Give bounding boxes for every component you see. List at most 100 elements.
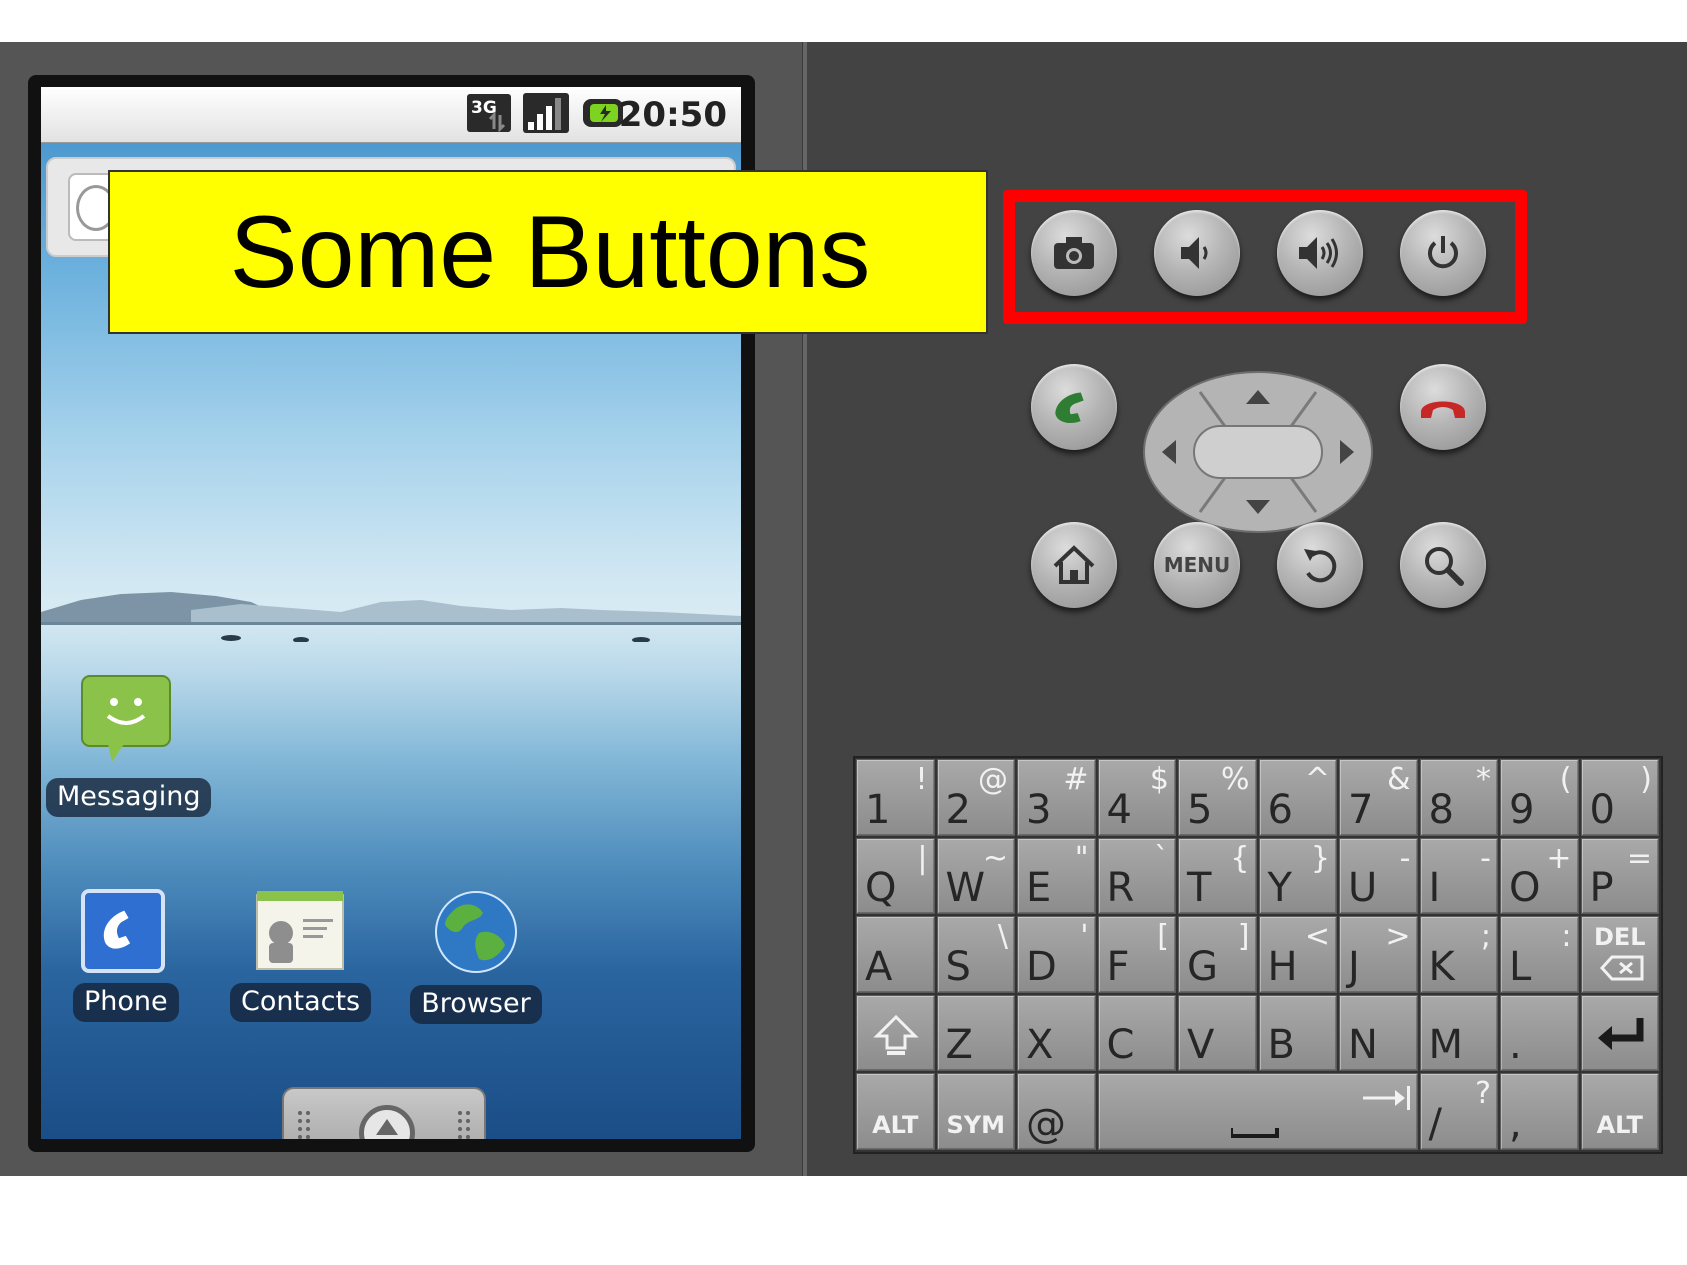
key-alt-label: = bbox=[1626, 840, 1652, 876]
key-s[interactable]: S \ bbox=[936, 916, 1015, 993]
key-alt-label: ? bbox=[1475, 1076, 1491, 1111]
app-browser[interactable]: Browser bbox=[406, 889, 546, 1024]
key-alt-label: { bbox=[1230, 840, 1250, 876]
back-button[interactable] bbox=[1277, 522, 1363, 608]
end-call-button[interactable] bbox=[1400, 364, 1486, 450]
key-o[interactable]: O + bbox=[1500, 837, 1579, 914]
key-alt-label: ; bbox=[1480, 919, 1491, 954]
key-z[interactable]: Z bbox=[936, 994, 1015, 1071]
key-v[interactable]: V bbox=[1178, 994, 1257, 1071]
app-phone[interactable]: Phone bbox=[73, 889, 179, 1022]
key-alt-label: > bbox=[1385, 919, 1411, 954]
grip-right bbox=[456, 1109, 472, 1139]
key-alt-label: ` bbox=[1154, 840, 1169, 876]
home-button[interactable] bbox=[1031, 522, 1117, 608]
key-alt-label: # bbox=[1063, 762, 1089, 797]
home-icon bbox=[1051, 544, 1097, 586]
key-6[interactable]: 6 ^ bbox=[1258, 759, 1337, 836]
key-comma[interactable]: , bbox=[1500, 1073, 1579, 1150]
call-button[interactable] bbox=[1031, 364, 1117, 450]
key-label: W bbox=[945, 865, 986, 911]
key-label: Q bbox=[865, 865, 897, 911]
key-label: @ bbox=[1026, 1100, 1066, 1147]
search-button[interactable] bbox=[1400, 522, 1486, 608]
app-drawer-arrow-icon[interactable] bbox=[359, 1105, 415, 1139]
key-label: J bbox=[1348, 943, 1360, 990]
key-label: O bbox=[1509, 865, 1541, 911]
key-label: 1 bbox=[865, 786, 891, 833]
key-alt-label: $ bbox=[1149, 762, 1169, 797]
key-alt-label: | bbox=[917, 840, 928, 876]
key-label: DEL bbox=[1593, 923, 1646, 951]
key-3[interactable]: 3 # bbox=[1017, 759, 1096, 836]
key-alt-label: & bbox=[1387, 762, 1411, 797]
key-f[interactable]: F[ bbox=[1097, 916, 1176, 993]
key-4[interactable]: 4 $ bbox=[1097, 759, 1176, 836]
key-label: Z bbox=[945, 1022, 973, 1068]
key-label: C bbox=[1106, 1022, 1135, 1068]
key-1[interactable]: 1! bbox=[856, 759, 935, 836]
key-label: F bbox=[1106, 943, 1130, 990]
key-p[interactable]: P = bbox=[1580, 837, 1659, 914]
key-period[interactable]: . bbox=[1500, 994, 1579, 1071]
key-y[interactable]: Y} bbox=[1258, 837, 1337, 914]
key-l[interactable]: L: bbox=[1500, 916, 1579, 993]
key-alt-label: : bbox=[1561, 919, 1572, 954]
key-i[interactable]: I- bbox=[1419, 837, 1498, 914]
key-b[interactable]: B bbox=[1258, 994, 1337, 1071]
key-5[interactable]: 5% bbox=[1178, 759, 1257, 836]
app-contacts[interactable]: Contacts bbox=[230, 889, 372, 1022]
key-c[interactable]: C bbox=[1097, 994, 1176, 1071]
key-alt-label: ~ bbox=[982, 840, 1008, 876]
key-alt-label: \ bbox=[997, 919, 1008, 954]
key-alt-right[interactable]: ALT bbox=[1580, 1073, 1659, 1150]
key-at[interactable]: @ bbox=[1017, 1073, 1096, 1150]
app-label-messaging: Messaging bbox=[46, 778, 212, 817]
key-alt-left[interactable]: ALT bbox=[856, 1073, 935, 1150]
key-label: H bbox=[1267, 943, 1298, 990]
backspace-icon bbox=[1599, 955, 1644, 985]
key-label: 5 bbox=[1187, 786, 1213, 833]
key-r[interactable]: R ` bbox=[1097, 837, 1176, 914]
menu-button[interactable]: MENU bbox=[1154, 522, 1240, 608]
key-2[interactable]: 2 @ bbox=[936, 759, 1015, 836]
key-0[interactable]: 0) bbox=[1580, 759, 1659, 836]
app-drawer-tab[interactable] bbox=[282, 1087, 486, 1139]
dpad[interactable] bbox=[1142, 370, 1374, 534]
call-icon bbox=[1050, 383, 1098, 431]
key-q[interactable]: Q | bbox=[856, 837, 935, 914]
key-9[interactable]: 9( bbox=[1500, 759, 1579, 836]
key-m[interactable]: M bbox=[1419, 994, 1498, 1071]
key-space[interactable] bbox=[1097, 1073, 1418, 1150]
key-delete[interactable]: DEL bbox=[1580, 916, 1659, 993]
key-sym[interactable]: SYM bbox=[936, 1073, 1015, 1150]
key-w[interactable]: W ~ bbox=[936, 837, 1015, 914]
key-alt-label: < bbox=[1304, 919, 1330, 954]
key-u[interactable]: U- bbox=[1339, 837, 1418, 914]
signal-strength-icon bbox=[522, 92, 570, 138]
key-enter[interactable] bbox=[1580, 994, 1659, 1071]
key-g[interactable]: G] bbox=[1178, 916, 1257, 993]
hardware-keyboard: 1! 2 @3 #4 $5% 6 ^ 7 & 8 * 9(0) Q | W ~ E " R ` T{Y} U - I - O + P =… bbox=[853, 756, 1663, 1154]
key-n[interactable]: N bbox=[1339, 994, 1418, 1071]
key-e[interactable]: E " bbox=[1017, 837, 1096, 914]
key-alt-label: ) bbox=[1640, 762, 1652, 797]
key-t[interactable]: T{ bbox=[1178, 837, 1257, 914]
key-alt-label: ] bbox=[1237, 919, 1250, 954]
app-messaging[interactable]: Messaging bbox=[46, 672, 212, 817]
key-shift[interactable] bbox=[856, 994, 935, 1071]
key-x[interactable]: X bbox=[1017, 994, 1096, 1071]
key-d[interactable]: D ' bbox=[1017, 916, 1096, 993]
key-alt-label: ( bbox=[1559, 762, 1572, 797]
key-j[interactable]: J > bbox=[1339, 916, 1418, 993]
key-label: M bbox=[1428, 1022, 1464, 1068]
key-a[interactable]: A bbox=[856, 916, 935, 993]
key-k[interactable]: K; bbox=[1419, 916, 1498, 993]
key-slash[interactable]: /? bbox=[1419, 1073, 1498, 1150]
key-label: D bbox=[1026, 943, 1057, 990]
key-7[interactable]: 7 & bbox=[1339, 759, 1418, 836]
key-h[interactable]: H < bbox=[1258, 916, 1337, 993]
key-8[interactable]: 8 * bbox=[1419, 759, 1498, 836]
app-label-browser: Browser bbox=[410, 985, 542, 1024]
key-label: SYM bbox=[946, 1110, 1006, 1139]
